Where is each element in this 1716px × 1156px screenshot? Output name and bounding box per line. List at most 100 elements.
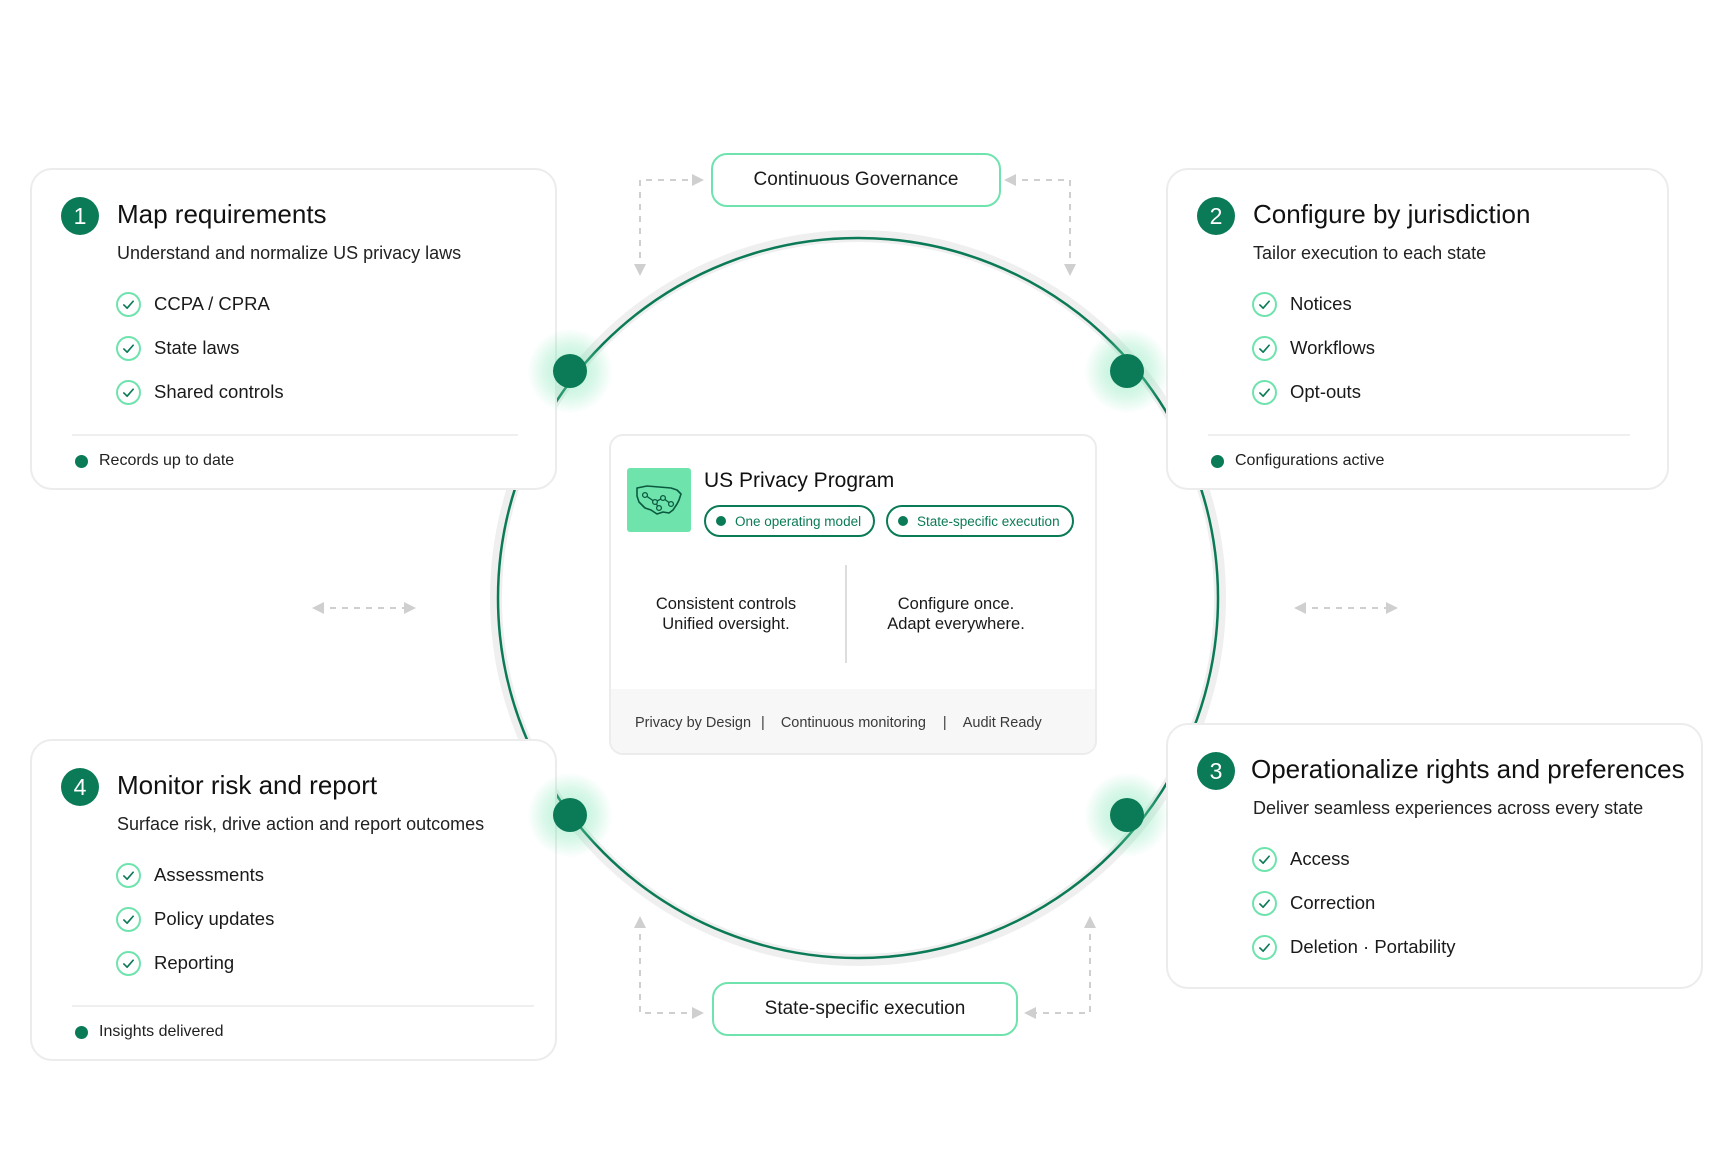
check-circle-icon [1252,291,1277,317]
check-circle-icon [1252,379,1277,405]
status-dot-icon [1211,454,1224,468]
status-label: Insights delivered [99,1023,224,1040]
text-line: Adapt everywhere. [887,615,1025,633]
program-title: US Privacy Program [704,469,895,492]
list-item: State laws [116,326,284,370]
requirement-list: CCPA / CPRA State laws Shared controls [116,282,284,414]
list-item-label: Shared controls [154,381,284,402]
tag-dot-icon [898,516,908,526]
program-footer: Privacy by Design | Continuous monitorin… [611,689,1095,753]
card-divider [72,1005,534,1007]
footer-item: Privacy by Design [635,715,752,731]
us-privacy-program-card: US Privacy Program One operating model S… [609,434,1097,755]
list-item-label: Opt-outs [1290,381,1361,402]
status-dot-icon [75,454,88,468]
cycle-node-bottom-right [1110,798,1144,832]
list-item-label: Policy updates [154,908,275,929]
footer-separator: | [761,715,765,731]
check-circle-icon [116,291,141,317]
list-item-label: Assessments [154,864,265,885]
status-dot-icon [75,1025,88,1039]
list-item-label: State laws [154,337,240,358]
card-status: Records up to date [75,452,234,470]
configuration-list: Notices Workflows Opt-outs [1252,282,1375,414]
list-item: Deletion · Portability [1252,925,1456,969]
list-item: Access [1252,837,1456,881]
cycle-node-top-right [1110,354,1144,388]
list-item-label: Access [1290,848,1350,869]
card-status: Insights delivered [75,1023,224,1041]
list-item-label: Reporting [154,952,235,973]
tag-one-operating-model: One operating model [704,505,876,537]
tag-label: State-specific execution [917,513,1060,529]
tag-dot-icon [716,516,726,526]
configure-once-text: Configure once. Adapt everywhere. [856,594,1056,634]
status-label: Configurations active [1235,452,1385,469]
arrow-bottom-left [634,916,704,1019]
card-status: Configurations active [1211,452,1384,470]
list-item: Assessments [116,853,274,897]
us-map-network-icon [627,468,691,532]
list-item-label: CCPA / CPRA [154,293,270,314]
footer-item: Continuous monitoring [780,715,926,731]
list-item: Correction [1252,881,1456,925]
card-operationalize-rights: 3 Operationalize rights and preferences … [1166,723,1703,989]
card-subtitle: Understand and normalize US privacy laws [117,243,462,263]
check-circle-icon [116,335,141,361]
list-item: Opt-outs [1252,370,1375,414]
arrow-top-right [1004,174,1076,276]
state-specific-execution-pill: State-specific execution [712,982,1018,1036]
step-number-4: 4 [61,768,99,806]
status-label: Records up to date [99,452,235,469]
list-item-label: Deletion · Portability [1290,936,1456,957]
check-circle-icon [116,379,141,405]
arrow-top-left [634,174,704,276]
card-title: Monitor risk and report [117,770,378,800]
check-circle-icon [116,950,141,976]
card-monitor-risk: 4 Monitor risk and report Surface risk, … [30,739,557,1061]
list-item-label: Correction [1290,892,1376,913]
card-divider [1208,434,1630,436]
rights-list: Access Correction Deletion · Portability [1252,837,1456,969]
cycle-node-top-left [553,354,587,388]
continuous-governance-pill: Continuous Governance [711,153,1001,207]
card-title: Operationalize rights and preferences [1251,754,1685,784]
card-title: Configure by jurisdiction [1253,199,1531,229]
list-item: Notices [1252,282,1375,326]
consistent-controls-text: Consistent controls Unified oversight. [626,594,826,634]
check-circle-icon [116,906,141,932]
check-circle-icon [1252,934,1277,960]
check-circle-icon [116,862,141,888]
check-circle-icon [1252,890,1277,916]
step-number-2: 2 [1197,197,1235,235]
card-subtitle: Tailor execution to each state [1253,243,1487,263]
check-circle-icon [1252,335,1277,361]
tag-label: One operating model [735,513,862,529]
text-line: Consistent controls [655,595,797,613]
cycle-node-bottom-left [553,798,587,832]
vertical-divider [845,565,847,663]
list-item: Policy updates [116,897,274,941]
monitoring-list: Assessments Policy updates Reporting [116,853,274,985]
card-subtitle: Deliver seamless experiences across ever… [1253,798,1644,818]
card-title: Map requirements [117,199,327,229]
list-item-label: Notices [1290,293,1352,314]
step-number-3: 3 [1197,752,1235,790]
footer-separator: | [942,715,947,731]
footer-item: Audit Ready [962,715,1042,731]
list-item: Reporting [116,941,274,985]
card-map-requirements: 1 Map requirements Understand and normal… [30,168,557,490]
list-item: Workflows [1252,326,1375,370]
list-item: Shared controls [116,370,284,414]
arrow-bottom-right [1024,916,1096,1019]
step-number-1: 1 [61,197,99,235]
card-divider [72,434,518,436]
list-item: CCPA / CPRA [116,282,284,326]
card-configure-by-jurisdiction: 2 Configure by jurisdiction Tailor execu… [1166,168,1669,490]
check-circle-icon [1252,846,1277,872]
text-line: Unified oversight. [662,615,790,633]
list-item-label: Workflows [1290,337,1375,358]
card-subtitle: Surface risk, drive action and report ou… [117,814,485,834]
tag-state-specific-execution: State-specific execution [886,505,1074,537]
text-line: Configure once. [897,595,1015,613]
